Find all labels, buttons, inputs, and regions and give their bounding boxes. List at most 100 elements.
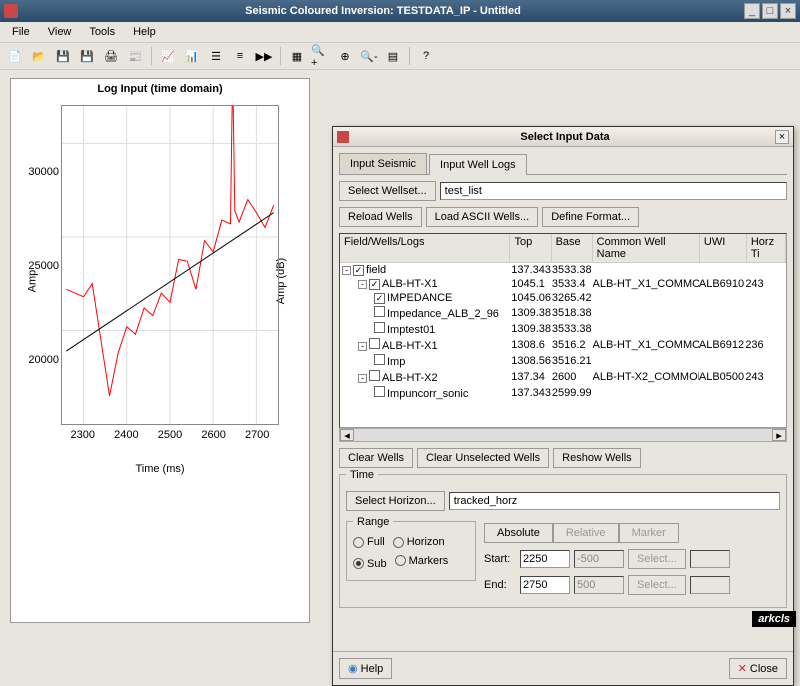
tree-row[interactable]: -✓field137.3433533.38 xyxy=(340,263,786,277)
tab-input-well-logs[interactable]: Input Well Logs xyxy=(429,154,527,175)
clear-wells-button[interactable]: Clear Wells xyxy=(339,448,413,468)
reload-wells-button[interactable]: Reload Wells xyxy=(339,207,422,227)
new-icon[interactable]: 📄 xyxy=(4,45,26,67)
tree-item-label: IMPEDANCE xyxy=(387,292,452,304)
tree-checkbox[interactable] xyxy=(374,354,385,365)
end-absolute-input[interactable] xyxy=(520,576,570,594)
scroll-left-icon[interactable]: ◂ xyxy=(340,429,354,441)
zoomin-icon[interactable]: 🔍+ xyxy=(310,45,332,67)
tree-checkbox[interactable] xyxy=(369,370,380,381)
tree-col-header[interactable]: Horz Ti xyxy=(747,234,786,262)
start-marker-select-button: Select... xyxy=(628,549,686,569)
tree-row[interactable]: Impuncorr_sonic137.3432599.99 xyxy=(340,385,786,401)
maximize-button[interactable]: □ xyxy=(762,3,778,19)
tree-row[interactable]: ✓IMPEDANCE1045.063265.42 xyxy=(340,291,786,305)
close-button[interactable]: ✕ Close xyxy=(729,658,787,679)
tree-item-label: Imp xyxy=(387,356,405,368)
menu-help[interactable]: Help xyxy=(125,24,164,40)
help-button[interactable]: ◉ Help xyxy=(339,658,392,679)
zoomfit-icon[interactable]: ⊕ xyxy=(334,45,356,67)
tree-toggle-icon[interactable]: - xyxy=(358,280,367,289)
tree-toggle-icon[interactable]: - xyxy=(358,342,367,351)
relative-tab-header[interactable]: Relative xyxy=(553,523,619,543)
end-marker-select-button: Select... xyxy=(628,575,686,595)
tree-col-header[interactable]: Top xyxy=(510,234,551,262)
tree-col-header[interactable]: UWI xyxy=(700,234,747,262)
playall-icon[interactable]: ▶▶ xyxy=(253,45,275,67)
dialog-close-button[interactable]: × xyxy=(775,130,789,144)
tab-input-seismic[interactable]: Input Seismic xyxy=(339,153,427,174)
tree-toggle-icon[interactable]: - xyxy=(358,374,367,383)
range-sub-radio[interactable]: Sub xyxy=(353,558,387,570)
tree-checkbox[interactable] xyxy=(374,322,385,333)
dialog-titlebar: Select Input Data × xyxy=(333,127,793,147)
open-icon[interactable]: 📂 xyxy=(28,45,50,67)
colormap-icon[interactable]: ▤ xyxy=(382,45,404,67)
menu-view[interactable]: View xyxy=(40,24,80,40)
tree-row[interactable]: -ALB-HT-X11308.63516.2ALB-HT_X1_COMMONAL… xyxy=(340,337,786,353)
tree-scroll-h[interactable]: ◂ ▸ xyxy=(339,428,787,442)
reshow-wells-button[interactable]: Reshow Wells xyxy=(553,448,641,468)
tree-col-header[interactable]: Field/Wells/Logs xyxy=(340,234,510,262)
start-absolute-input[interactable] xyxy=(520,550,570,568)
start-marker-input xyxy=(690,550,730,568)
wizard-icon[interactable]: 📊 xyxy=(181,45,203,67)
app-icon xyxy=(4,4,18,18)
tree-checkbox[interactable] xyxy=(374,306,385,317)
saveas-icon[interactable]: 💾 xyxy=(76,45,98,67)
menu-file[interactable]: File xyxy=(4,24,38,40)
chart-svg xyxy=(62,106,278,424)
range-markers-radio[interactable]: Markers xyxy=(395,555,449,567)
minimize-button[interactable]: _ xyxy=(744,3,760,19)
tree-checkbox[interactable]: ✓ xyxy=(374,293,385,304)
config-icon[interactable]: ≡ xyxy=(229,45,251,67)
tree-row[interactable]: Imp1308.563516.21 xyxy=(340,353,786,369)
select-horizon-button[interactable]: Select Horizon... xyxy=(346,491,445,511)
grid-icon[interactable]: ▦ xyxy=(286,45,308,67)
range-full-radio[interactable]: Full xyxy=(353,536,385,548)
list-icon[interactable]: ☰ xyxy=(205,45,227,67)
time-fieldset: Time Select Horizon... Range FullHorizon… xyxy=(339,474,787,608)
tree-row[interactable]: Imptest011309.383533.38 xyxy=(340,321,786,337)
load-ascii-wells-button[interactable]: Load ASCII Wells... xyxy=(426,207,539,227)
print-icon[interactable]: 🖨 xyxy=(100,45,122,67)
tree-header: Field/Wells/LogsTopBaseCommon Well NameU… xyxy=(340,234,786,263)
range-horizon-radio[interactable]: Horizon xyxy=(393,536,445,548)
save-icon[interactable]: 💾 xyxy=(52,45,74,67)
scroll-right-icon[interactable]: ▸ xyxy=(772,429,786,441)
zoomout-icon[interactable]: 🔍- xyxy=(358,45,380,67)
tree-toggle-icon[interactable]: - xyxy=(342,266,351,275)
end-relative-input xyxy=(574,576,624,594)
printpreview-icon[interactable]: 📰 xyxy=(124,45,146,67)
x-axis-label: Time (ms) xyxy=(11,463,309,475)
tree-row[interactable]: Impedance_ALB_2_961309.383518.38 xyxy=(340,305,786,321)
horizon-field[interactable] xyxy=(449,492,780,510)
wellset-field[interactable] xyxy=(440,182,787,200)
tree-checkbox[interactable] xyxy=(374,386,385,397)
dialog-tabs: Input Seismic Input Well Logs xyxy=(339,153,787,175)
tree-body: -✓field137.3433533.38-✓ALB-HT-X11045.135… xyxy=(340,263,786,401)
clear-unselected-wells-button[interactable]: Clear Unselected Wells xyxy=(417,448,549,468)
tree-row[interactable]: -✓ALB-HT-X11045.13533.4ALB-HT_X1_COMMONA… xyxy=(340,277,786,291)
marker-tab-header[interactable]: Marker xyxy=(619,523,679,543)
select-wellset-button[interactable]: Select Wellset... xyxy=(339,181,436,201)
run-icon[interactable]: 📈 xyxy=(157,45,179,67)
tree-item-label: Imptest01 xyxy=(387,324,435,336)
close-window-button[interactable]: × xyxy=(780,3,796,19)
tree-col-header[interactable]: Base xyxy=(552,234,593,262)
tree-checkbox[interactable]: ✓ xyxy=(353,265,364,276)
tree-col-header[interactable]: Common Well Name xyxy=(593,234,700,262)
wells-tree: Field/Wells/LogsTopBaseCommon Well NameU… xyxy=(339,233,787,428)
select-input-data-dialog: Select Input Data × Input Seismic Input … xyxy=(332,126,794,686)
define-format-button[interactable]: Define Format... xyxy=(542,207,639,227)
tree-checkbox[interactable]: ✓ xyxy=(369,279,380,290)
watermark: arkcls xyxy=(752,611,796,627)
tree-checkbox[interactable] xyxy=(369,338,380,349)
absolute-tab-header[interactable]: Absolute xyxy=(484,523,553,543)
help-icon[interactable]: ? xyxy=(415,45,437,67)
tree-row[interactable]: -ALB-HT-X2137.342600ALB-HT-X2_COMMONALB0… xyxy=(340,369,786,385)
chart-area xyxy=(61,105,279,425)
y-axis-label: Amp xyxy=(26,270,38,293)
window-titlebar: Seismic Coloured Inversion: TESTDATA_IP … xyxy=(0,0,800,22)
menu-tools[interactable]: Tools xyxy=(81,24,123,40)
